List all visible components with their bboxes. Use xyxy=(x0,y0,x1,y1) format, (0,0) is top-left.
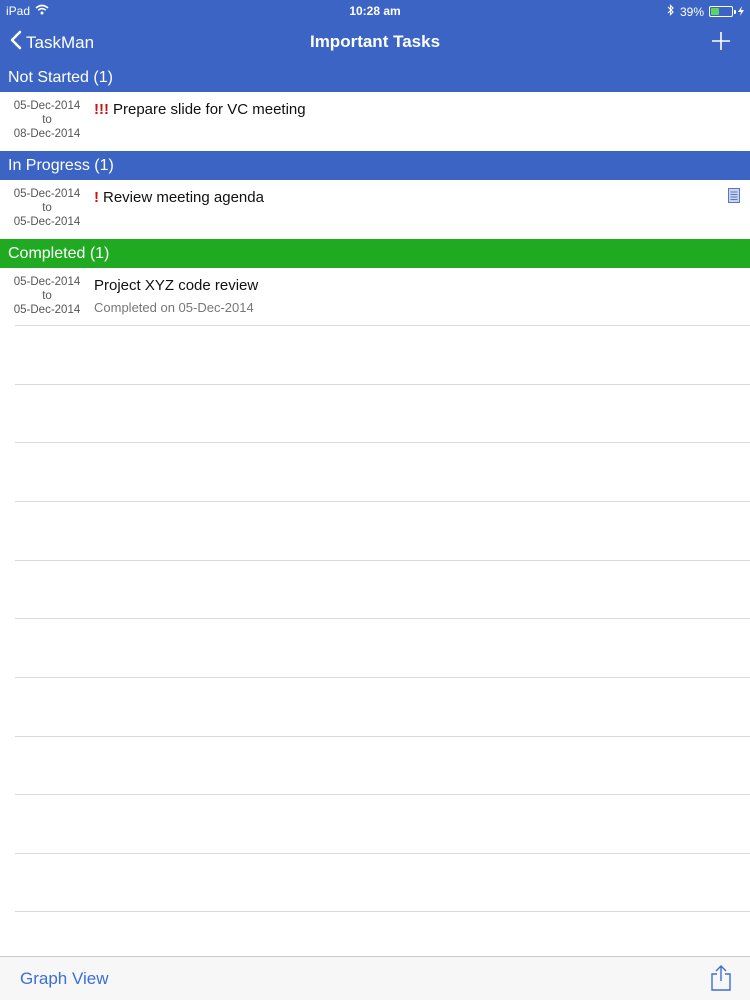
charging-icon xyxy=(738,5,744,19)
end-date: 08-Dec-2014 xyxy=(13,128,81,140)
battery-nub xyxy=(734,10,736,14)
row-divider xyxy=(15,677,750,678)
row-divider xyxy=(15,560,750,561)
section-header-completed: Completed (1) xyxy=(0,239,750,268)
task-title: !!! Prepare slide for VC meeting xyxy=(94,101,306,118)
start-date: 05-Dec-2014 xyxy=(13,100,81,112)
section-header-in-progress: In Progress (1) xyxy=(0,151,750,180)
note-icon xyxy=(728,188,740,203)
task-row[interactable]: 05-Dec-2014 to 05-Dec-2014 ! Review meeti… xyxy=(0,180,750,238)
row-divider xyxy=(15,618,750,619)
top-bar: iPad 10:28 am 39% TaskMan Important Task… xyxy=(0,0,750,64)
share-icon xyxy=(711,965,731,991)
status-bar: iPad 10:28 am 39% xyxy=(0,0,750,22)
status-right: 39% xyxy=(667,4,744,19)
row-divider xyxy=(15,501,750,502)
row-divider xyxy=(15,853,750,854)
status-time: 10:28 am xyxy=(349,4,401,18)
priority-marker: !!! xyxy=(94,101,109,118)
add-task-button[interactable] xyxy=(708,28,734,54)
task-title-text: Prepare slide for VC meeting xyxy=(113,101,306,118)
start-date: 05-Dec-2014 xyxy=(13,188,81,200)
priority-marker: ! xyxy=(94,189,99,206)
end-date: 05-Dec-2014 xyxy=(13,216,81,228)
date-separator: to xyxy=(42,202,52,214)
start-date: 05-Dec-2014 xyxy=(13,276,81,288)
task-row[interactable]: 05-Dec-2014 to 05-Dec-2014 Project XYZ c… xyxy=(0,268,750,326)
battery-fill xyxy=(711,8,719,15)
graph-view-button[interactable]: Graph View xyxy=(20,969,109,989)
task-title-text: Project XYZ code review xyxy=(94,277,259,294)
task-dates: 05-Dec-2014 to 05-Dec-2014 xyxy=(6,187,88,229)
battery-percent: 39% xyxy=(679,4,704,19)
bluetooth-icon xyxy=(667,4,675,19)
row-divider xyxy=(15,794,750,795)
chevron-left-icon xyxy=(10,30,22,55)
row-divider xyxy=(15,325,750,326)
task-title-text: Review meeting agenda xyxy=(103,189,264,206)
back-button[interactable]: TaskMan xyxy=(10,30,94,55)
date-separator: to xyxy=(42,290,52,302)
share-button[interactable] xyxy=(710,964,732,992)
section-header-not-started: Not Started (1) xyxy=(0,63,750,92)
back-label: TaskMan xyxy=(26,32,95,52)
nav-bar: TaskMan Important Tasks xyxy=(0,22,750,64)
task-row[interactable]: 05-Dec-2014 to 08-Dec-2014 !!! Prepare sl… xyxy=(0,92,750,150)
plus-icon xyxy=(712,32,730,50)
row-divider xyxy=(15,736,750,737)
end-date: 05-Dec-2014 xyxy=(13,304,81,316)
task-dates: 05-Dec-2014 to 08-Dec-2014 xyxy=(6,99,88,141)
page-title: Important Tasks xyxy=(309,32,441,51)
screen: iPad 10:28 am 39% TaskMan Important Task… xyxy=(0,0,750,1000)
task-title: ! Review meeting agenda xyxy=(94,189,264,206)
date-separator: to xyxy=(42,114,52,126)
row-divider xyxy=(15,911,750,912)
task-title: Project XYZ code review xyxy=(94,277,258,294)
row-divider xyxy=(15,442,750,443)
task-dates: 05-Dec-2014 to 05-Dec-2014 xyxy=(6,275,88,317)
completed-date: Completed on 05-Dec-2014 xyxy=(94,300,254,315)
bottom-toolbar: Graph View xyxy=(0,956,750,1000)
row-divider xyxy=(15,384,750,385)
battery-icon xyxy=(709,6,736,17)
